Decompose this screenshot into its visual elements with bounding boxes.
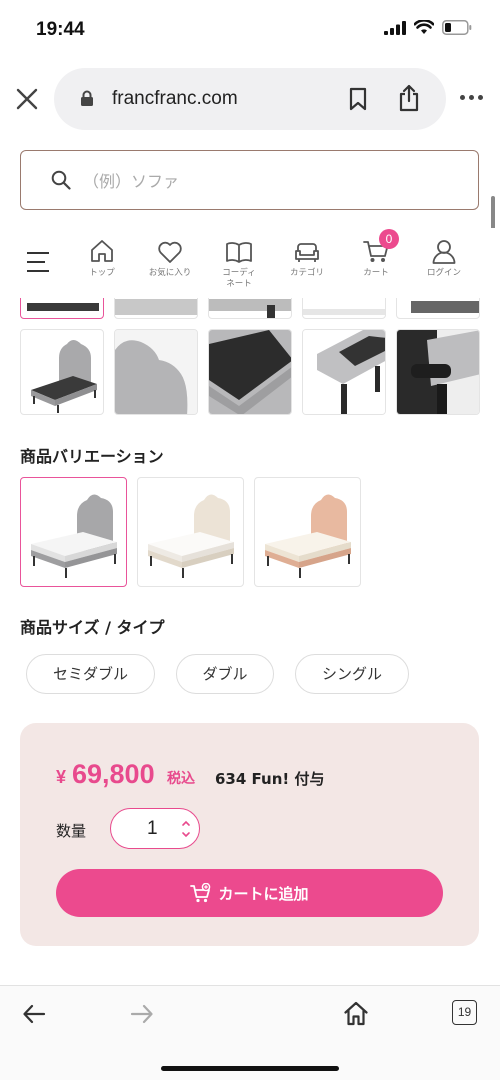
nav-label-favorites: お気に入り [148,268,192,278]
thumbnail-leg-detail[interactable] [396,329,480,415]
user-icon [432,240,456,264]
status-bar: 19:44 [0,0,500,58]
menu-icon[interactable] [27,252,49,279]
currency-symbol: ¥ [56,767,67,787]
sizes-title: 商品サイズ / タイプ [20,618,165,637]
forward-arrow-icon[interactable] [130,1003,154,1025]
address-bar[interactable]: francfranc.com [54,68,446,130]
nav-coordinate[interactable]: コーディ ネート [206,234,272,290]
cart-plus-icon [190,883,211,903]
nav-category[interactable]: カテゴリ [274,234,340,279]
bookmark-icon[interactable] [348,87,368,111]
quantity-stepper[interactable]: 1 [110,808,200,849]
battery-icon [442,20,472,35]
thumbnail-frame-top[interactable] [208,329,292,415]
quantity-value: 1 [147,818,158,839]
tab-count-button[interactable]: 19 [452,1000,477,1025]
nav-top[interactable]: トップ [69,234,135,279]
search-input[interactable] [83,167,453,195]
variation-pink[interactable] [254,477,361,587]
thumbnail-row [0,329,500,415]
nav-cart[interactable]: 0 カート [343,229,409,279]
search-box [20,150,479,210]
home-icon[interactable] [343,1000,369,1026]
variation-gray[interactable] [20,477,127,587]
thumbnail-row-previous [0,298,500,322]
sofa-icon [295,243,319,262]
stepper-arrows-icon[interactable] [181,818,191,840]
thumbnail-bed-overview[interactable] [20,329,104,415]
book-icon [226,242,252,263]
status-time: 19:44 [36,19,85,40]
back-arrow-icon[interactable] [22,1003,46,1025]
nav-login[interactable]: ログイン [411,234,477,279]
thumbnail-headboard-detail[interactable] [114,329,198,415]
add-to-cart-label: カートに追加 [218,884,309,903]
thumbnail[interactable] [208,298,292,319]
nav-favorites[interactable]: お気に入り [137,234,203,279]
nav-label-cart: カート [363,268,389,278]
thumbnail[interactable] [114,298,198,319]
status-icons [384,20,472,35]
add-to-cart-button[interactable]: カートに追加 [56,869,443,917]
thumbnail-frame-corner[interactable] [302,329,386,415]
quantity-label: 数量 [56,822,87,840]
size-double-button[interactable]: ダブル [176,654,274,694]
tax-label: 税込 [167,771,195,787]
purchase-panel: ¥ 69,800 税込 634 Fun! 付与 数量 1 カートに追加 [20,723,479,946]
browser-bottom-toolbar: 19 [0,985,500,1080]
thumbnail[interactable] [20,298,104,319]
cart-badge: 0 [379,229,399,249]
share-icon[interactable] [398,84,420,112]
close-icon[interactable] [14,86,40,112]
price: 69,800 [72,759,155,789]
lock-icon [81,90,93,106]
more-options-icon[interactable] [460,95,483,100]
signal-icon [384,20,406,35]
home-icon [91,240,113,262]
thumbnail[interactable] [396,298,480,319]
nav-label-coordinate: コーディ ネート [222,268,256,289]
variations-title: 商品バリエーション [20,447,164,466]
wifi-icon [414,20,434,34]
nav-label-top: トップ [89,268,115,278]
browser-toolbar: francfranc.com [0,64,500,134]
size-semi-double-button[interactable]: セミダブル [26,654,155,694]
nav-label-category: カテゴリ [289,268,324,278]
points-label: 634 Fun! 付与 [215,770,325,788]
size-single-button[interactable]: シングル [295,654,409,694]
variation-ivory[interactable] [137,477,244,587]
site-nav: トップ お気に入り コーディ ネート カテゴリ 0 カート ログイン [0,228,500,298]
home-indicator [161,1066,339,1071]
thumbnail[interactable] [302,298,386,319]
url-text: francfranc.com [112,88,238,109]
search-icon[interactable] [51,170,71,190]
nav-label-login: ログイン [426,268,461,278]
heart-icon [158,241,182,263]
